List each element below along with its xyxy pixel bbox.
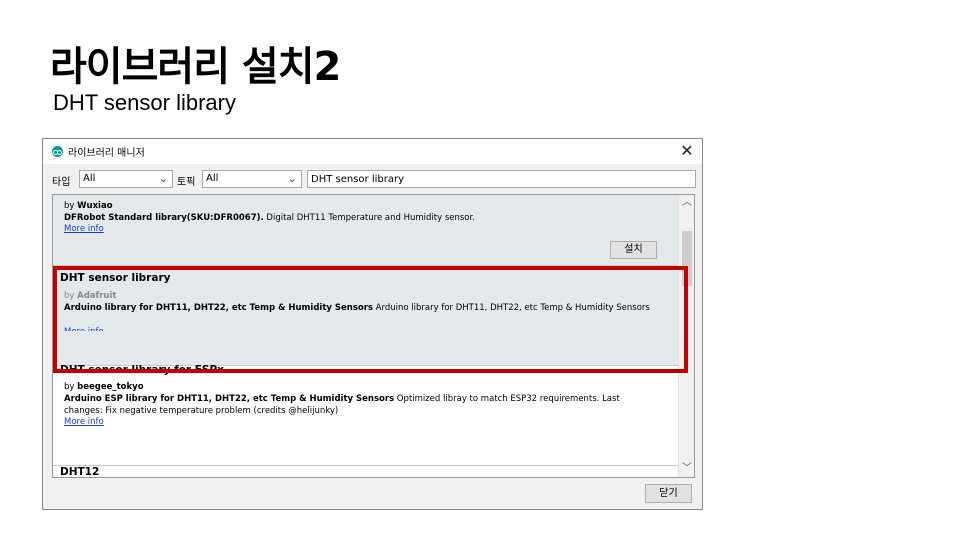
library-description: Arduino ESP library for DHT11, DHT22, et… (64, 393, 654, 417)
window-titlebar: 라이브러리 매니저 ✕ (43, 139, 702, 164)
arduino-icon (52, 146, 63, 157)
install-button[interactable]: 설치 (610, 241, 657, 259)
library-author: by Adafruit (64, 291, 116, 301)
author-prefix: by (64, 382, 75, 392)
more-info-link[interactable]: More info (64, 327, 104, 331)
library-manager-window: 라이브러리 매니저 ✕ 타입 All ⌄ 토픽 All ⌄ by Wuxiao … (42, 138, 703, 510)
library-list-item[interactable]: DHT sensor library by Adafruit Arduino l… (53, 266, 679, 366)
list-scrollbar[interactable]: ︿ ﹀ (678, 195, 694, 477)
library-author: by beegee_tokyo (64, 382, 144, 392)
description-headline: Arduino library for DHT11, DHT22, etc Te… (64, 303, 373, 313)
author-prefix: by (64, 291, 75, 301)
library-list-item[interactable]: DHT sensor library for ESPx by beegee_to… (53, 364, 679, 466)
library-name: DHT sensor library for ESPx (60, 364, 224, 376)
scroll-up-icon[interactable]: ︿ (679, 195, 694, 211)
slide-title: 라이브러리 설치2 (50, 44, 341, 90)
description-body: Digital DHT11 Temperature and Humidity s… (263, 213, 475, 223)
author-prefix: by (64, 201, 75, 211)
window-close-button[interactable]: ✕ (678, 141, 696, 161)
chevron-down-icon: ⌄ (287, 172, 297, 185)
window-title: 라이브러리 매니저 (68, 148, 145, 159)
description-body: Arduino library for DHT11, DHT22, etc Te… (372, 303, 650, 313)
topic-filter-label: 토픽 (177, 177, 196, 188)
library-name: DHT12 (60, 466, 100, 478)
library-list[interactable]: by Wuxiao DFRobot Standard library(SKU:D… (52, 194, 695, 478)
description-headline: DFRobot Standard library(SKU:DFR0067). (64, 213, 264, 223)
type-filter-select[interactable]: All ⌄ (79, 170, 173, 188)
search-input[interactable] (307, 170, 696, 188)
topic-filter-select[interactable]: All ⌄ (202, 170, 302, 188)
more-info-link[interactable]: More info (64, 224, 104, 234)
close-dialog-button[interactable]: 닫기 (645, 484, 692, 503)
chevron-down-icon: ⌄ (158, 172, 168, 185)
author-name: Wuxiao (77, 201, 113, 211)
slide-subtitle: DHT sensor library (53, 90, 236, 115)
scroll-down-icon[interactable]: ﹀ (679, 461, 694, 477)
author-name: beegee_tokyo (77, 382, 144, 392)
type-filter-value: All (83, 173, 96, 184)
type-filter-label: 타입 (52, 177, 71, 188)
description-headline: Arduino ESP library for DHT11, DHT22, et… (64, 394, 395, 404)
more-info-link[interactable]: More info (64, 417, 104, 427)
library-list-item[interactable]: by Wuxiao DFRobot Standard library(SKU:D… (53, 195, 679, 266)
library-name: DHT sensor library (60, 272, 171, 284)
topic-filter-value: All (206, 173, 219, 184)
author-name: Adafruit (77, 291, 117, 301)
library-description: DFRobot Standard library(SKU:DFR0067). D… (64, 212, 654, 224)
scroll-thumb[interactable] (682, 231, 692, 286)
library-list-item[interactable]: DHT12 (53, 466, 679, 478)
library-description: Arduino library for DHT11, DHT22, etc Te… (64, 302, 654, 314)
library-author: by Wuxiao (64, 201, 113, 211)
